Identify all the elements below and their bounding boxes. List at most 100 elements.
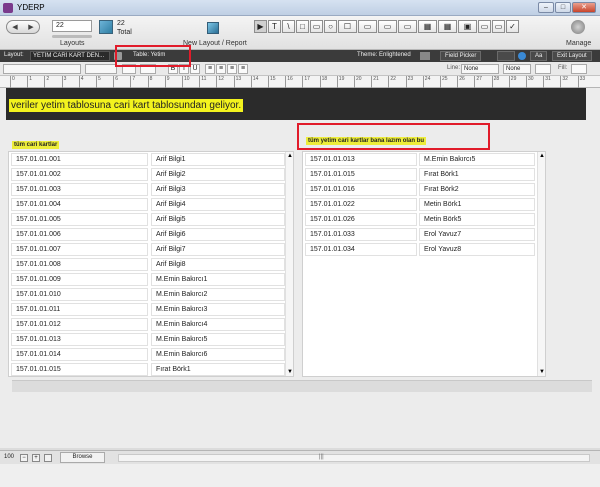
portal-row[interactable]: 157.01.01.034 Erol Yavuz8 <box>303 242 545 257</box>
portal-row[interactable]: 157.01.01.016 Fırat Börk2 <box>303 182 545 197</box>
layout-tool-8[interactable]: ▭ <box>378 20 397 33</box>
align-left-icon[interactable]: ≡ <box>205 64 215 74</box>
layout-select[interactable]: YETİM CARİ KART DEN... <box>30 51 110 61</box>
theme-icon[interactable] <box>420 52 430 60</box>
portal-row[interactable]: 157.01.01.026 Metin Börk5 <box>303 212 545 227</box>
layout-tool-12[interactable]: ▣ <box>458 20 477 33</box>
new-layout-label[interactable]: New Layout / Report <box>183 40 247 47</box>
record-slider[interactable] <box>52 35 92 38</box>
layout-tool-6[interactable]: ☐ <box>338 20 357 33</box>
account-code-field[interactable]: 157.01.01.033 <box>305 228 417 241</box>
account-code-field[interactable]: 157.01.01.022 <box>305 198 417 211</box>
account-name-field[interactable]: M.Emin Bakırcı1 <box>151 273 285 286</box>
line-style-select[interactable]: None <box>461 64 499 74</box>
account-code-field[interactable]: 157.01.01.010 <box>11 288 148 301</box>
new-layout-icon[interactable] <box>207 22 219 34</box>
portal-row[interactable]: 157.01.01.011 M.Emin Bakırcı3 <box>9 302 293 317</box>
fill-color-button[interactable] <box>571 64 587 74</box>
account-name-field[interactable]: Fırat Börk1 <box>419 168 535 181</box>
portal-row[interactable]: 157.01.01.009 M.Emin Bakırcı1 <box>9 272 293 287</box>
account-name-field[interactable]: Arif Bilgi6 <box>151 228 285 241</box>
manage-label[interactable]: Manage <box>566 40 591 47</box>
account-name-field[interactable]: M.Emin Bakırcı2 <box>151 288 285 301</box>
portal-row[interactable]: 157.01.01.022 Metin Börk1 <box>303 197 545 212</box>
layout-tool-7[interactable]: ▭ <box>358 20 377 33</box>
all-cards-portal[interactable]: ▲ ▼ 157.01.01.001 Arif Bilgi1 157.01.01.00… <box>8 151 294 377</box>
next-record-icon[interactable]: ▶ <box>28 23 33 31</box>
account-name-field[interactable]: Fırat Börk2 <box>419 183 535 196</box>
account-name-field[interactable]: Arif Bilgi2 <box>151 168 285 181</box>
layout-tool-9[interactable]: ▭ <box>398 20 417 33</box>
line-color-button[interactable] <box>535 64 551 74</box>
account-name-field[interactable]: M.Emin Bakırcı3 <box>151 303 285 316</box>
account-name-field[interactable]: M.Emin Bakırcı5 <box>419 153 535 166</box>
layout-tool-10[interactable]: ▦ <box>418 20 437 33</box>
minimize-button[interactable]: – <box>538 2 554 13</box>
previous-record-icon[interactable]: ◀ <box>12 23 17 31</box>
portal-row[interactable]: 157.01.01.004 Arif Bilgi4 <box>9 197 293 212</box>
account-code-field[interactable]: 157.01.01.014 <box>11 348 148 361</box>
scroll-thumb[interactable]: ||| <box>319 454 324 460</box>
layout-tool-13[interactable]: ▭ <box>478 20 491 33</box>
align-right-icon[interactable]: ≡ <box>227 64 237 74</box>
portal-row[interactable]: 157.01.01.015 Fırat Börk1 <box>9 362 293 377</box>
maximize-button[interactable]: □ <box>555 2 571 13</box>
status-toggle-icon[interactable] <box>44 454 52 462</box>
portal-row[interactable]: 157.01.01.013 M.Emin Bakırcı5 <box>303 152 545 167</box>
portal-row[interactable]: 157.01.01.033 Erol Yavuz7 <box>303 227 545 242</box>
font-size-select[interactable] <box>85 64 117 74</box>
account-name-field[interactable]: Arif Bilgi7 <box>151 243 285 256</box>
layout-tool-3[interactable]: □ <box>296 20 309 33</box>
display-options-button[interactable] <box>497 51 515 61</box>
account-name-field[interactable]: M.Emin Bakırcı4 <box>151 318 285 331</box>
zoom-out-icon[interactable]: − <box>20 454 28 462</box>
portal-row[interactable]: 157.01.01.001 Arif Bilgi1 <box>9 152 293 167</box>
account-code-field[interactable]: 157.01.01.034 <box>305 243 417 256</box>
layout-tool-4[interactable]: ▭ <box>310 20 323 33</box>
layout-tool-2[interactable]: \ <box>282 20 295 33</box>
portal-row[interactable]: 157.01.01.012 M.Emin Bakırcı4 <box>9 317 293 332</box>
account-name-field[interactable]: Erol Yavuz7 <box>419 228 535 241</box>
account-code-field[interactable]: 157.01.01.004 <box>11 198 148 211</box>
account-code-field[interactable]: 157.01.01.015 <box>305 168 417 181</box>
account-name-field[interactable]: Arif Bilgi3 <box>151 183 285 196</box>
font-select[interactable] <box>3 64 81 74</box>
account-code-field[interactable]: 157.01.01.016 <box>305 183 417 196</box>
records-book-icon[interactable] <box>99 20 113 34</box>
portal-row[interactable]: 157.01.01.002 Arif Bilgi2 <box>9 167 293 182</box>
zoom-in-icon[interactable]: + <box>32 454 40 462</box>
zoom-level[interactable]: 100 <box>4 454 14 460</box>
portal-row[interactable]: 157.01.01.013 M.Emin Bakırcı5 <box>9 332 293 347</box>
account-code-field[interactable]: 157.01.01.005 <box>11 213 148 226</box>
layout-tool-11[interactable]: ▦ <box>438 20 457 33</box>
portal-row[interactable]: 157.01.01.014 M.Emin Bakırcı6 <box>9 347 293 362</box>
portal-row[interactable]: 157.01.01.007 Arif Bilgi7 <box>9 242 293 257</box>
manage-gear-icon[interactable] <box>571 20 585 34</box>
portal-row[interactable]: 157.01.01.003 Arif Bilgi3 <box>9 182 293 197</box>
aa-button[interactable]: Aa <box>530 51 548 61</box>
align-justify-icon[interactable]: ≡ <box>238 64 248 74</box>
account-name-field[interactable]: M.Emin Bakırcı5 <box>151 333 285 346</box>
layout-tool-14[interactable]: ▭ <box>492 20 505 33</box>
account-code-field[interactable]: 157.01.01.009 <box>11 273 148 286</box>
portal-row[interactable]: 157.01.01.008 Arif Bilgi8 <box>9 257 293 272</box>
account-code-field[interactable]: 157.01.01.002 <box>11 168 148 181</box>
account-name-field[interactable]: M.Emin Bakırcı6 <box>151 348 285 361</box>
account-name-field[interactable]: Metin Börk5 <box>419 213 535 226</box>
layout-tool-15[interactable]: ✓ <box>506 20 519 33</box>
portal-row[interactable]: 157.01.01.005 Arif Bilgi5 <box>9 212 293 227</box>
portal-row[interactable]: 157.01.01.015 Fırat Börk1 <box>303 167 545 182</box>
info-icon[interactable] <box>518 52 526 60</box>
account-name-field[interactable]: Arif Bilgi8 <box>151 258 285 271</box>
account-code-field[interactable]: 157.01.01.003 <box>11 183 148 196</box>
account-code-field[interactable]: 157.01.01.008 <box>11 258 148 271</box>
account-code-field[interactable]: 157.01.01.013 <box>305 153 417 166</box>
account-code-field[interactable]: 157.01.01.026 <box>305 213 417 226</box>
portal-row[interactable]: 157.01.01.006 Arif Bilgi6 <box>9 227 293 242</box>
close-button[interactable]: ✕ <box>572 2 596 13</box>
account-code-field[interactable]: 157.01.01.006 <box>11 228 148 241</box>
account-name-field[interactable]: Fırat Börk1 <box>151 363 285 376</box>
orphan-cards-portal[interactable]: ▲ ▼ 157.01.01.013 M.Emin Bakırcı5 157.01.0… <box>302 151 546 377</box>
layout-tool-5[interactable]: ○ <box>324 20 337 33</box>
layout-tool-0[interactable]: ▶ <box>254 20 267 33</box>
